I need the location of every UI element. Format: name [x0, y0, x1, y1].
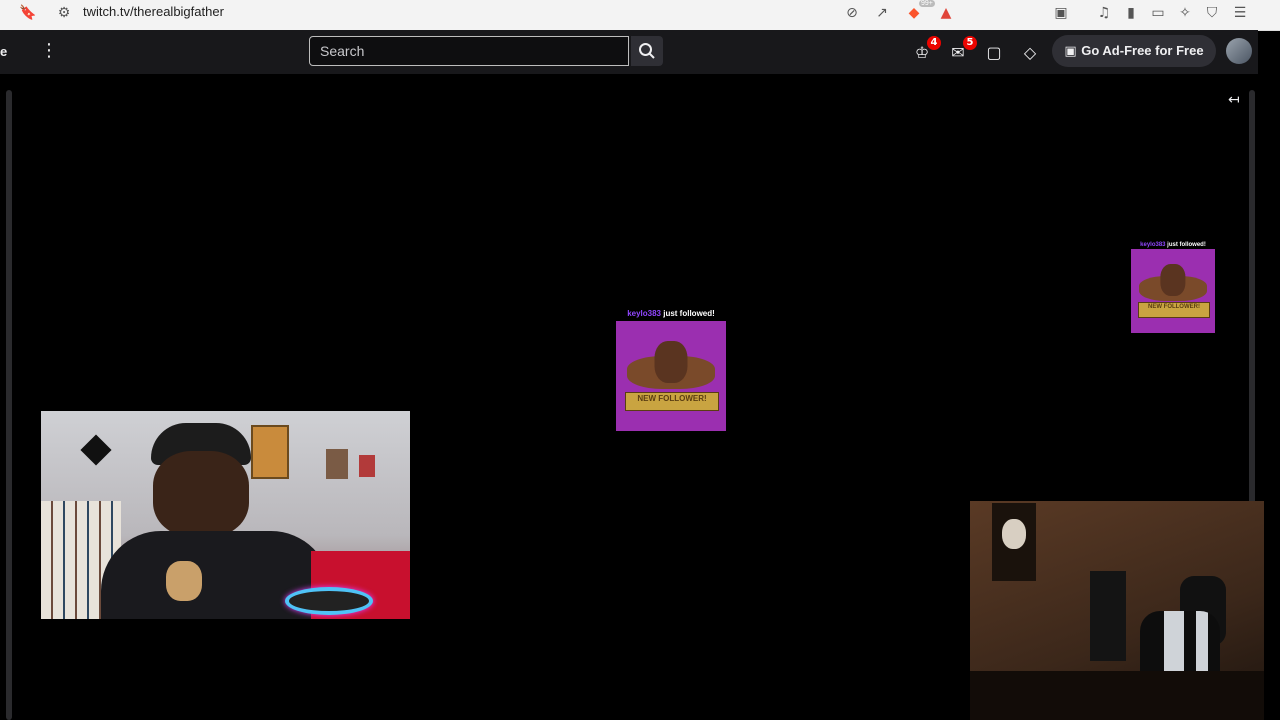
vpn-icon[interactable]: ⛉ — [1203, 4, 1221, 22]
browse-label-partial[interactable]: e — [0, 44, 7, 59]
follow-alert-small-image: NEW FOLLOWER! — [1131, 249, 1215, 333]
follow-alert-small-message: just followed! — [1165, 242, 1206, 248]
translate-off-icon[interactable]: ⊘ — [843, 4, 861, 22]
streamer-webcam — [41, 411, 410, 619]
inbox-badge: 5 — [963, 36, 977, 50]
share-icon[interactable]: ↗ — [873, 4, 891, 22]
twitch-top-nav: e ⋮ ♔ 4 ✉ 5 ▢ ◇ ▣ Go Ad-Free for Free — [0, 30, 1258, 74]
brave-shields-count: 99+ — [919, 0, 935, 7]
search-input[interactable] — [310, 37, 648, 65]
room-camera — [970, 501, 1264, 720]
media-icon[interactable]: ♫ — [1095, 4, 1113, 22]
bookmark-icon[interactable]: 🔖 — [19, 4, 37, 22]
follow-alert-username: keylo383 — [627, 309, 662, 318]
prime-loot-badge: 4 — [927, 36, 941, 50]
follow-alert-small: keylo383 just followed! NEW FOLLOWER! — [1124, 242, 1222, 333]
sidebar-icon[interactable]: ▮ — [1122, 4, 1140, 22]
browser-toolbar: 🔖 ⚙ twitch.tv/therealbigfather ⊘ ↗ ◆ 99+… — [0, 0, 1280, 31]
brave-rewards-icon[interactable]: ▲ — [937, 4, 955, 22]
follow-alert: keylo383 just followed! NEW FOLLOWER! — [606, 309, 736, 431]
bits-button[interactable]: ◇ — [1019, 42, 1041, 64]
menu-icon[interactable]: ☰ — [1231, 4, 1249, 22]
follow-alert-small-banner: NEW FOLLOWER! — [1137, 302, 1211, 318]
go-ad-free-button[interactable]: ▣ Go Ad-Free for Free — [1052, 35, 1216, 67]
bits-icon: ◇ — [1023, 43, 1037, 62]
user-avatar[interactable] — [1226, 38, 1252, 64]
inbox-button[interactable]: ✉ 5 — [947, 36, 977, 64]
follow-alert-banner: NEW FOLLOWER! — [624, 391, 720, 412]
follow-alert-message: just followed! — [661, 309, 715, 318]
follow-alert-text: keylo383 just followed! — [606, 309, 736, 318]
collapse-chat-icon[interactable]: ↤ — [1228, 92, 1240, 108]
left-scroll-track[interactable] — [6, 90, 12, 720]
go-ad-free-label: Go Ad-Free for Free — [1081, 43, 1204, 58]
prime-loot-button[interactable]: ♔ 4 — [911, 36, 941, 64]
more-options-icon[interactable]: ⋮ — [40, 40, 58, 61]
search-icon — [639, 43, 655, 59]
whispers-icon: ▢ — [986, 43, 1002, 62]
address-bar[interactable]: twitch.tv/therealbigfather — [83, 4, 224, 19]
ad-free-icon: ▣ — [1064, 44, 1082, 59]
wallet-icon[interactable]: ▭ — [1149, 4, 1167, 22]
leo-ai-icon[interactable]: ✧ — [1176, 4, 1194, 22]
search-box — [309, 36, 648, 66]
follow-alert-small-username: keylo383 — [1140, 242, 1166, 248]
search-button[interactable] — [631, 36, 663, 66]
follow-alert-small-text: keylo383 just followed! — [1124, 242, 1222, 248]
site-settings-icon[interactable]: ⚙ — [55, 4, 73, 22]
whispers-button[interactable]: ▢ — [983, 42, 1005, 64]
follow-alert-image: NEW FOLLOWER! — [616, 321, 726, 431]
screenshot-icon[interactable]: ▣ — [1052, 4, 1070, 22]
